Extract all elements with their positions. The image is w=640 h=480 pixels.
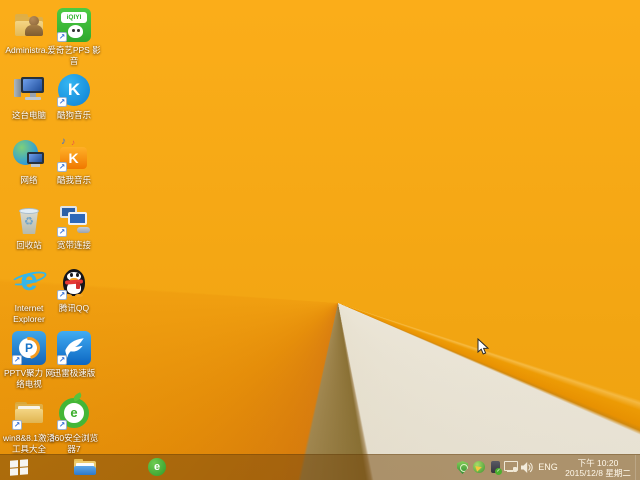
shortcut-arrow-icon: ↗	[57, 227, 67, 237]
taskbar: e ✓ ENG 下午 10:20 2015/12/8 星期二	[0, 454, 640, 480]
start-button[interactable]	[0, 455, 36, 480]
desktop: Administra... iQIYI ↗ 爱奇艺PPS 影音 这台电脑 K ↗…	[0, 0, 640, 480]
taskbar-360-browser-button[interactable]: e	[70, 455, 166, 480]
broadband-connection-icon: ↗	[57, 203, 91, 237]
recycle-bin-icon: ♻	[12, 203, 46, 237]
icon-label: 宽带连接	[56, 240, 91, 250]
thunder-bird-icon: ↗	[57, 331, 91, 365]
music-note-icon: ♪	[61, 136, 66, 147]
iqiyi-icon: iQIYI ↗	[57, 8, 91, 42]
desktop-icon-thunder[interactable]: ↗ 迅雷极速版	[47, 331, 101, 379]
icon-label: 爱奇艺PPS 影音	[47, 45, 101, 66]
desktop-icon-iqiyi[interactable]: iQIYI ↗ 爱奇艺PPS 影音	[47, 8, 101, 66]
windows-logo-icon	[10, 459, 28, 476]
taskbar-file-explorer-button[interactable]	[36, 455, 96, 480]
desktop-icon-360-browser[interactable]: e ↗ 360安全浏览器7	[47, 392, 101, 454]
shortcut-arrow-icon: ↗	[57, 162, 67, 172]
network-status-icon[interactable]	[504, 461, 518, 473]
kuwo-icon: ♪ ♪ K ↗	[57, 136, 91, 172]
administrator-folder-icon	[12, 8, 46, 42]
shortcut-arrow-icon: ↗	[57, 420, 67, 430]
desktop-icon-kuwo[interactable]: ♪ ♪ K ↗ 酷我音乐	[47, 136, 101, 186]
rabbit-face-icon	[68, 25, 83, 38]
shortcut-arrow-icon: ↗	[57, 290, 67, 300]
icon-label: 腾讯QQ	[58, 303, 90, 313]
360-antivirus-icon[interactable]	[473, 461, 485, 473]
desktop-icon-qq[interactable]: ↗ 腾讯QQ	[47, 266, 101, 314]
volume-icon[interactable]	[520, 461, 533, 474]
folder-icon: ↗	[12, 396, 46, 430]
internet-explorer-icon: e	[10, 263, 48, 300]
icon-label: 酷狗音乐	[56, 110, 91, 120]
360-browser-icon: e ↗	[57, 392, 91, 430]
icon-label: 360安全浏览器7	[49, 433, 99, 454]
language-indicator[interactable]: ENG	[534, 455, 562, 480]
desktop-icon-kugou[interactable]: K ↗ 酷狗音乐	[47, 73, 101, 121]
safely-remove-hardware-icon[interactable]: ✓	[491, 461, 502, 475]
kugou-icon: K ↗	[57, 73, 91, 107]
this-pc-icon	[12, 73, 46, 107]
network-globe-icon	[12, 138, 46, 172]
shortcut-arrow-icon: ↗	[12, 355, 22, 365]
show-desktop-button[interactable]	[635, 455, 640, 480]
shortcut-arrow-icon: ↗	[57, 355, 67, 365]
360-safeguard-shield-icon[interactable]	[457, 461, 468, 474]
mouse-cursor	[477, 338, 490, 355]
taskbar-clock[interactable]: 下午 10:20 2015/12/8 星期二	[560, 458, 636, 478]
clock-time: 下午 10:20	[577, 458, 619, 468]
clock-date: 2015/12/8 星期二	[565, 468, 631, 478]
shortcut-arrow-icon: ↗	[12, 420, 22, 430]
desktop-icon-broadband[interactable]: ↗ 宽带连接	[47, 203, 101, 251]
icon-label: 迅雷极速版	[52, 368, 96, 378]
shortcut-arrow-icon: ↗	[57, 97, 67, 107]
icon-label: 酷我音乐	[56, 175, 91, 185]
shortcut-arrow-icon: ↗	[57, 32, 67, 42]
360-browser-icon: e	[148, 458, 166, 476]
qq-penguin-icon: ↗	[57, 266, 91, 300]
music-note-icon: ♪	[71, 138, 75, 147]
pptv-icon: P ↗	[12, 331, 46, 365]
